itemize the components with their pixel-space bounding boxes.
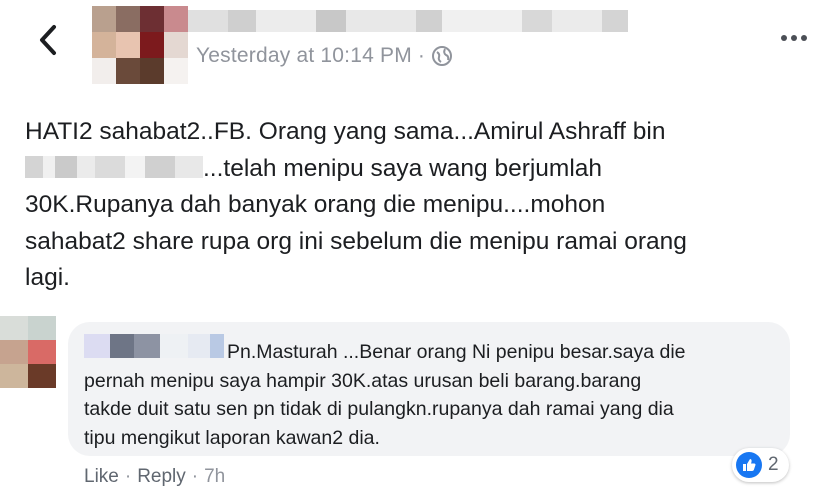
reply-link[interactable]: Reply bbox=[137, 466, 186, 488]
like-link[interactable]: Like bbox=[84, 466, 119, 488]
post-line: HATI2 sahabat2..FB. Orang yang sama...Am… bbox=[25, 118, 666, 145]
action-separator: · bbox=[124, 466, 132, 487]
comment-line: takde duit satu sen pn tidak di pulangkn… bbox=[84, 398, 674, 420]
post-line: 30K.Rupanya dah banyak orang die menipu.… bbox=[25, 191, 606, 218]
post-meta: Yesterday at 10:14 PM · bbox=[196, 44, 453, 68]
comment-time[interactable]: 7h bbox=[204, 466, 225, 488]
back-button[interactable] bbox=[30, 22, 66, 58]
chevron-left-icon bbox=[40, 25, 56, 55]
post-line: ...telah menipu saya wang berjumlah bbox=[25, 151, 825, 188]
comment-line: Pn.Masturah ...Benar orang Ni penipu bes… bbox=[227, 341, 686, 363]
action-separator: · bbox=[191, 466, 199, 487]
dot-icon bbox=[791, 35, 797, 41]
thumbs-up-icon bbox=[736, 452, 762, 478]
comment-line: pernah menipu saya hampir 30K.atas urusa… bbox=[84, 369, 642, 392]
reaction-summary[interactable]: 2 bbox=[732, 448, 789, 482]
comment-body: Pn.Masturah ...Benar orang Ni penipu bes… bbox=[84, 338, 784, 452]
poster-avatar[interactable] bbox=[92, 6, 188, 84]
post-line-text: ...telah menipu saya wang berjumlah bbox=[203, 154, 603, 182]
post-line: lagi. bbox=[25, 264, 70, 291]
post-timestamp[interactable]: Yesterday at 10:14 PM bbox=[196, 44, 412, 68]
poster-name-redacted[interactable] bbox=[188, 10, 628, 32]
redacted-name bbox=[25, 155, 203, 178]
meta-separator: · bbox=[417, 44, 426, 67]
more-options-button[interactable] bbox=[774, 28, 814, 48]
comment-actions: Like · Reply · 7h bbox=[84, 466, 225, 488]
dot-icon bbox=[781, 35, 787, 41]
commenter-avatar[interactable] bbox=[0, 316, 56, 388]
comment-line: tipu mengikut laporan kawan2 dia. bbox=[84, 426, 380, 449]
dot-icon bbox=[801, 35, 807, 41]
reaction-count: 2 bbox=[768, 454, 779, 475]
post-body: HATI2 sahabat2..FB. Orang yang sama...Am… bbox=[25, 114, 825, 297]
globe-icon bbox=[431, 45, 453, 67]
post-line: sahabat2 share rupa org ini sebelum die … bbox=[25, 227, 687, 255]
